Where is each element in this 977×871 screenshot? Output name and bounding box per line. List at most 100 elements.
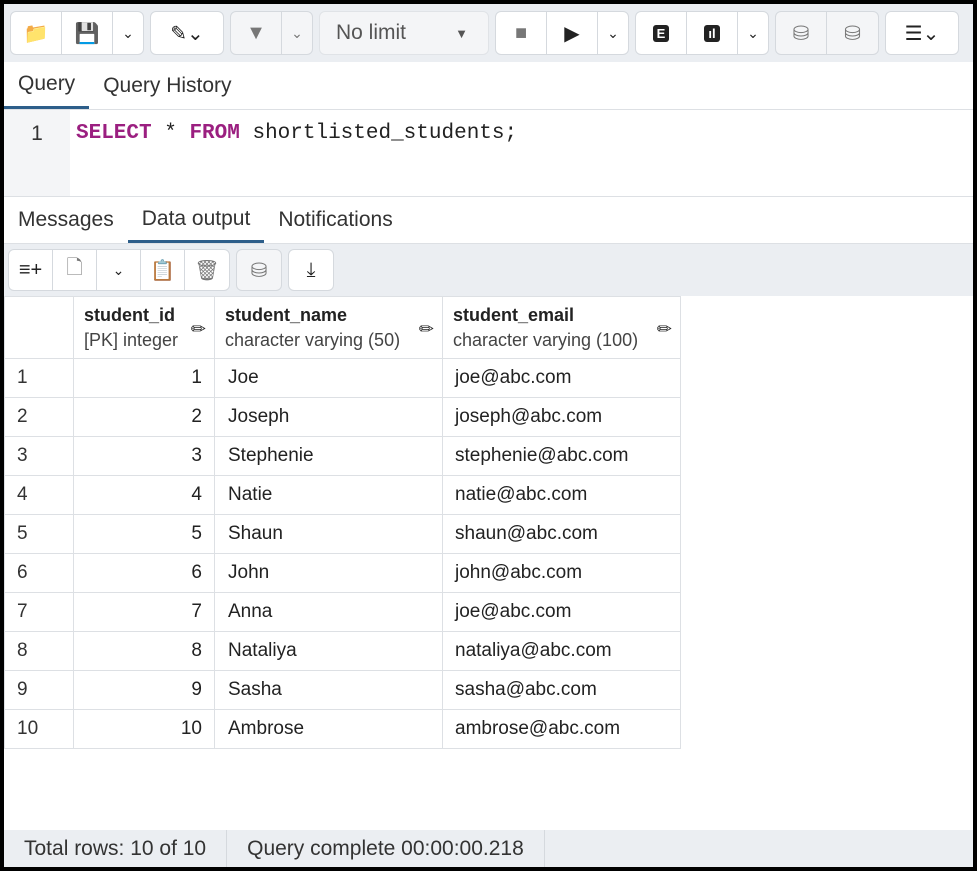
cell-student-id[interactable]: 2	[74, 398, 215, 437]
pencil-icon: ✏	[191, 319, 206, 340]
table-row[interactable]: 88Nataliyanataliya@abc.com	[5, 632, 681, 671]
tab-messages[interactable]: Messages	[4, 197, 128, 243]
save-data-button[interactable]: ⛁	[237, 250, 281, 290]
download-button[interactable]: ⤓	[289, 250, 333, 290]
commit-button[interactable]: ⛁	[776, 12, 827, 54]
cell-student-name[interactable]: Sasha	[215, 671, 443, 710]
cell-student-id[interactable]: 9	[74, 671, 215, 710]
column-header[interactable]: student_id[PK] integer✏	[74, 297, 215, 359]
cell-student-email[interactable]: natie@abc.com	[443, 476, 681, 515]
table-row[interactable]: 55Shaunshaun@abc.com	[5, 515, 681, 554]
paste-button[interactable]: 📋	[141, 250, 185, 290]
cell-student-name[interactable]: John	[215, 554, 443, 593]
rollback-button[interactable]: ⛁	[827, 12, 878, 54]
cell-student-email[interactable]: stephenie@abc.com	[443, 437, 681, 476]
cell-student-id[interactable]: 1	[74, 359, 215, 398]
row-number[interactable]: 10	[5, 710, 74, 749]
row-number[interactable]: 8	[5, 632, 74, 671]
cell-student-id[interactable]: 4	[74, 476, 215, 515]
code-star: *	[152, 122, 190, 145]
data-grid: student_id[PK] integer✏ student_namechar…	[4, 296, 681, 749]
cell-student-id[interactable]: 5	[74, 515, 215, 554]
main-toolbar: 📁💾⌄ ✎⌄ ▼⌄ No limit▼ ■▶⌄ Eıl⌄ ⛁⛁ ☰⌄	[4, 4, 973, 62]
pencil-icon: ✏	[657, 319, 672, 340]
cell-student-name[interactable]: Nataliya	[215, 632, 443, 671]
row-number-header	[5, 297, 74, 359]
row-number[interactable]: 6	[5, 554, 74, 593]
cell-student-id[interactable]: 6	[74, 554, 215, 593]
query-status: Query complete 00:00:00.218	[227, 830, 545, 867]
column-header[interactable]: student_email character varying (100)✏	[443, 297, 681, 359]
row-number[interactable]: 7	[5, 593, 74, 632]
cell-student-name[interactable]: Natie	[215, 476, 443, 515]
copy-button[interactable]: 🗋	[53, 250, 97, 290]
copy-options-button[interactable]: ⌄	[97, 250, 141, 290]
filter-button[interactable]: ▼	[231, 12, 282, 54]
cell-student-id[interactable]: 3	[74, 437, 215, 476]
column-name: student_id	[84, 305, 204, 326]
table-row[interactable]: 44Natienatie@abc.com	[5, 476, 681, 515]
cell-student-name[interactable]: Ambrose	[215, 710, 443, 749]
table-row[interactable]: 99Sashasasha@abc.com	[5, 671, 681, 710]
edit-button[interactable]: ✎⌄	[151, 12, 223, 54]
cell-student-name[interactable]: Stephenie	[215, 437, 443, 476]
save-options-button[interactable]: ⌄	[113, 12, 143, 54]
column-name: student_email	[453, 305, 670, 326]
table-row[interactable]: 66Johnjohn@abc.com	[5, 554, 681, 593]
result-toolbar: ≡+🗋⌄📋🗑 ⛁ ⤓	[4, 244, 973, 296]
explain-analyze-button[interactable]: ıl	[687, 12, 738, 54]
line-number: 1	[4, 110, 70, 196]
row-number[interactable]: 4	[5, 476, 74, 515]
status-bar: Total rows: 10 of 10 Query complete 00:0…	[4, 830, 973, 867]
limit-select[interactable]: No limit▼	[319, 11, 489, 55]
limit-value: No limit	[336, 21, 406, 45]
tab-notifications[interactable]: Notifications	[264, 197, 406, 243]
row-number[interactable]: 3	[5, 437, 74, 476]
execute-options-button[interactable]: ⌄	[598, 12, 628, 54]
cell-student-email[interactable]: sasha@abc.com	[443, 671, 681, 710]
explain-button[interactable]: E	[636, 12, 687, 54]
cell-student-email[interactable]: shaun@abc.com	[443, 515, 681, 554]
table-row[interactable]: 11Joejoe@abc.com	[5, 359, 681, 398]
cell-student-email[interactable]: john@abc.com	[443, 554, 681, 593]
keyword-from: FROM	[189, 122, 239, 145]
table-row[interactable]: 22Josephjoseph@abc.com	[5, 398, 681, 437]
stop-button[interactable]: ■	[496, 12, 547, 54]
macros-button[interactable]: ☰⌄	[886, 12, 958, 54]
cell-student-email[interactable]: nataliya@abc.com	[443, 632, 681, 671]
save-button[interactable]: 💾	[62, 12, 113, 54]
cell-student-id[interactable]: 7	[74, 593, 215, 632]
delete-button[interactable]: 🗑	[185, 250, 229, 290]
cell-student-email[interactable]: joseph@abc.com	[443, 398, 681, 437]
cell-student-id[interactable]: 10	[74, 710, 215, 749]
pencil-icon: ✏	[419, 319, 434, 340]
sql-editor[interactable]: 1 SELECT * FROM shortlisted_students;	[4, 110, 973, 196]
cell-student-name[interactable]: Shaun	[215, 515, 443, 554]
table-row[interactable]: 77Annajoe@abc.com	[5, 593, 681, 632]
filter-options-button[interactable]: ⌄	[282, 12, 312, 54]
cell-student-name[interactable]: Joseph	[215, 398, 443, 437]
add-row-button[interactable]: ≡+	[9, 250, 53, 290]
open-file-button[interactable]: 📁	[11, 12, 62, 54]
cell-student-email[interactable]: joe@abc.com	[443, 359, 681, 398]
cell-student-id[interactable]: 8	[74, 632, 215, 671]
row-number[interactable]: 2	[5, 398, 74, 437]
row-number[interactable]: 5	[5, 515, 74, 554]
column-type: character varying (100)	[453, 330, 670, 351]
execute-button[interactable]: ▶	[547, 12, 598, 54]
column-header[interactable]: student_namecharacter varying (50)✏	[215, 297, 443, 359]
cell-student-email[interactable]: joe@abc.com	[443, 593, 681, 632]
explain-options-button[interactable]: ⌄	[738, 12, 768, 54]
row-number[interactable]: 1	[5, 359, 74, 398]
cell-student-email[interactable]: ambrose@abc.com	[443, 710, 681, 749]
sql-code[interactable]: SELECT * FROM shortlisted_students;	[70, 110, 523, 196]
table-row[interactable]: 1010Ambroseambrose@abc.com	[5, 710, 681, 749]
tab-data-output[interactable]: Data output	[128, 197, 265, 243]
table-row[interactable]: 33Stepheniestephenie@abc.com	[5, 437, 681, 476]
tab-query-history[interactable]: Query History	[89, 62, 245, 109]
row-number[interactable]: 9	[5, 671, 74, 710]
cell-student-name[interactable]: Joe	[215, 359, 443, 398]
result-tabs: Messages Data output Notifications	[4, 196, 973, 244]
tab-query[interactable]: Query	[4, 62, 89, 109]
cell-student-name[interactable]: Anna	[215, 593, 443, 632]
